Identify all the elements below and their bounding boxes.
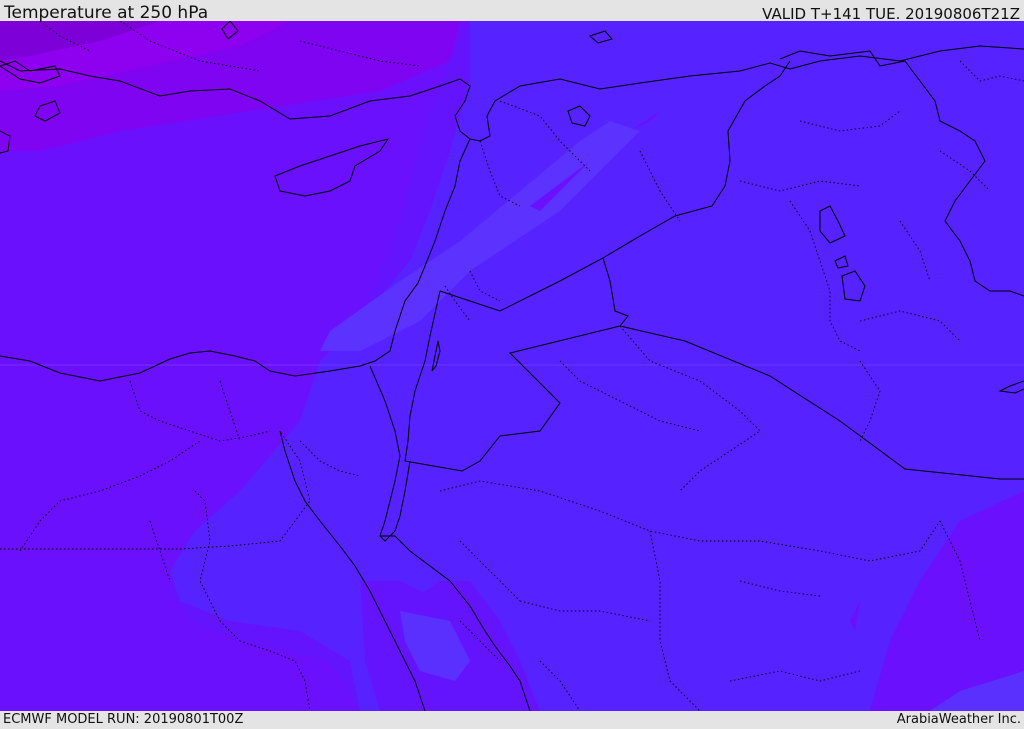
credit-label: ArabiaWeather Inc. — [896, 712, 1021, 727]
temperature-map[interactable] — [0, 21, 1024, 711]
map-header: Temperature at 250 hPa VALID T+141 TUE. … — [0, 0, 1024, 23]
weather-map-screen: Temperature at 250 hPa VALID T+141 TUE. … — [0, 0, 1024, 729]
model-run-label: ECMWF MODEL RUN: 20190801T00Z — [3, 712, 244, 727]
map-title: Temperature at 250 hPa — [4, 3, 209, 23]
map-canvas — [0, 21, 1024, 711]
map-footer: ECMWF MODEL RUN: 20190801T00Z ArabiaWeat… — [0, 711, 1024, 729]
